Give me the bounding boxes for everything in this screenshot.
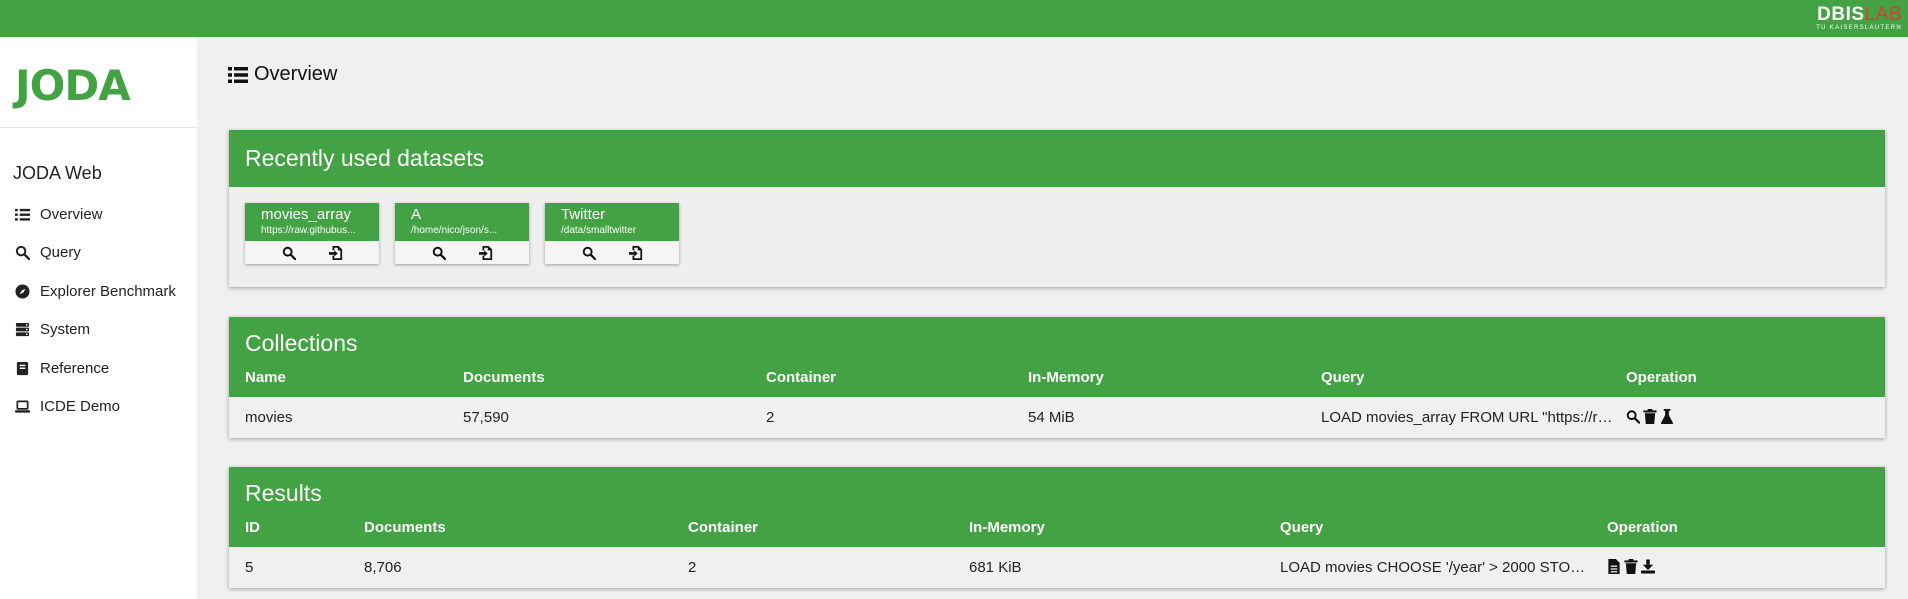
top-bar: DBISLAB TU KAISERSLAUTERN xyxy=(0,0,1908,37)
collection-operations xyxy=(1626,409,1674,424)
collection-name: movies xyxy=(245,409,293,426)
card-title: Recently used datasets xyxy=(245,145,485,171)
result-query: LOAD movies CHOOSE '/year' > 2000 STORE … xyxy=(1280,559,1588,576)
sidebar-item-icde-demo[interactable]: ICDE Demo xyxy=(0,388,197,427)
card-header: Results ID Documents Container In-Memory… xyxy=(229,467,1885,547)
sidebar-item-reference[interactable]: Reference xyxy=(0,349,197,388)
column-header: Container xyxy=(766,369,837,386)
table-row[interactable]: 5 8,706 2 681 KiB LOAD movies CHOOSE '/y… xyxy=(229,547,1885,588)
list-icon xyxy=(14,206,30,222)
app-title: JODA Web xyxy=(13,163,102,183)
column-header: Operation xyxy=(1607,519,1678,536)
dataset-path: https://raw.githubus... xyxy=(261,225,356,236)
card-header: Recently used datasets xyxy=(229,130,1885,187)
dataset-actions xyxy=(395,241,529,264)
dataset-tile: A /home/nico/json/s... xyxy=(395,203,529,264)
sidebar-item-label: System xyxy=(40,321,91,339)
sidebar-item-label: Overview xyxy=(40,205,103,223)
result-id: 5 xyxy=(245,559,254,576)
dbis-lab-logo[interactable]: DBISLAB TU KAISERSLAUTERN xyxy=(1794,4,1904,32)
book-icon xyxy=(14,360,30,376)
dataset-tile: movies_array https://raw.githubus... xyxy=(245,203,379,264)
column-header: Query xyxy=(1321,369,1365,386)
search-icon xyxy=(14,245,30,261)
sidebar-item-label: Explorer Benchmark xyxy=(40,282,176,300)
sidebar-item-label: ICDE Demo xyxy=(40,398,121,416)
lab-text: LAB xyxy=(1864,4,1902,25)
trash-icon[interactable] xyxy=(1624,559,1638,574)
column-header: Name xyxy=(245,369,286,386)
dataset-actions xyxy=(245,241,379,264)
list-icon xyxy=(228,66,248,83)
result-documents: 8,706 xyxy=(364,559,402,576)
column-header: In-Memory xyxy=(969,519,1045,536)
dataset-path: /home/nico/json/s... xyxy=(411,225,498,236)
sidebar-item-label: Query xyxy=(40,244,81,262)
column-header: Documents xyxy=(364,519,446,536)
card-title: Results xyxy=(245,480,322,506)
card-title: Collections xyxy=(245,330,358,356)
results-card: Results ID Documents Container In-Memory… xyxy=(229,467,1885,588)
collection-memory: 54 MiB xyxy=(1028,409,1075,426)
laptop-icon xyxy=(14,399,30,415)
sidebar-nav: Overview Query Explorer Benchmark System… xyxy=(0,195,197,426)
collections-card: Collections Name Documents Container In-… xyxy=(229,317,1885,438)
page-title: Overview xyxy=(228,63,337,86)
result-memory: 681 KiB xyxy=(969,559,1022,576)
file-import-icon[interactable] xyxy=(628,245,643,260)
dataset-tile-header: Twitter /data/smalltwitter xyxy=(545,203,679,241)
dbis-text: DBIS xyxy=(1817,4,1865,25)
sidebar-item-overview[interactable]: Overview xyxy=(0,195,197,234)
sidebar-item-label: Reference xyxy=(40,359,110,377)
dataset-path: /data/smalltwitter xyxy=(561,225,637,236)
collection-query: LOAD movies_array FROM URL "https://raw.… xyxy=(1321,409,1613,426)
file-import-icon[interactable] xyxy=(478,245,493,260)
compass-icon xyxy=(14,283,30,299)
collection-documents: 57,590 xyxy=(463,409,509,426)
file-icon[interactable] xyxy=(1607,559,1621,574)
dataset-name: Twitter xyxy=(561,206,606,223)
result-operations xyxy=(1607,559,1655,574)
download-icon[interactable] xyxy=(1641,559,1655,574)
column-header: In-Memory xyxy=(1028,369,1104,386)
dataset-name: A xyxy=(411,206,422,223)
collection-container: 2 xyxy=(766,409,775,426)
file-import-icon[interactable] xyxy=(328,245,343,260)
table-header: Name Documents Container In-Memory Query… xyxy=(229,369,1885,393)
page-title-text: Overview xyxy=(254,63,338,85)
column-header: ID xyxy=(245,519,260,536)
search-icon[interactable] xyxy=(282,246,296,260)
table-header: ID Documents Container In-Memory Query O… xyxy=(229,519,1885,543)
flask-icon[interactable] xyxy=(1660,409,1674,424)
table-row[interactable]: movies 57,590 2 54 MiB LOAD movies_array… xyxy=(229,397,1885,438)
search-icon[interactable] xyxy=(1626,409,1640,424)
result-container: 2 xyxy=(688,559,697,576)
sidebar-item-query[interactable]: Query xyxy=(0,234,197,273)
dataset-tiles: movies_array https://raw.githubus... A /… xyxy=(245,203,679,264)
card-header: Collections Name Documents Container In-… xyxy=(229,317,1885,397)
column-header: Query xyxy=(1280,519,1324,536)
sidebar-item-explorer-benchmark[interactable]: Explorer Benchmark xyxy=(0,272,197,311)
dataset-name: movies_array xyxy=(261,206,352,223)
column-header: Operation xyxy=(1626,369,1697,386)
dataset-tile-header: movies_array https://raw.githubus... xyxy=(245,203,379,241)
column-header: Documents xyxy=(463,369,545,386)
server-icon xyxy=(14,322,30,338)
trash-icon[interactable] xyxy=(1643,409,1657,424)
joda-logo[interactable]: JODA xyxy=(15,65,131,107)
dataset-tile-header: A /home/nico/json/s... xyxy=(395,203,529,241)
search-icon[interactable] xyxy=(432,246,446,260)
university-text: TU KAISERSLAUTERN xyxy=(1816,25,1902,31)
dataset-tile: Twitter /data/smalltwitter xyxy=(545,203,679,264)
search-icon[interactable] xyxy=(582,246,596,260)
dataset-actions xyxy=(545,241,679,264)
column-header: Container xyxy=(688,519,759,536)
logo-area: JODA xyxy=(0,37,197,128)
recent-datasets-card: Recently used datasets movies_array http… xyxy=(229,130,1885,287)
sidebar-item-system[interactable]: System xyxy=(0,311,197,350)
sidebar: JODA JODA Web Overview Query Explorer Be… xyxy=(0,37,197,599)
